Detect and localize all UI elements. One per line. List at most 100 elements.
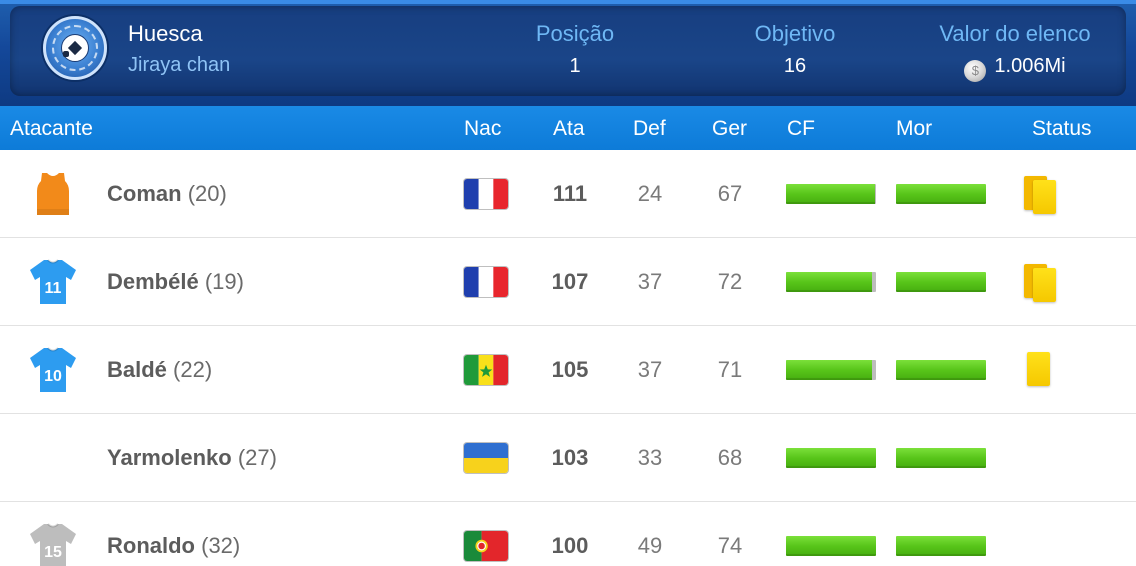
morale-bar-fill xyxy=(896,360,986,380)
morale-bar xyxy=(896,448,986,468)
shirt-placeholder xyxy=(27,433,79,483)
morale-bar-fill xyxy=(896,448,986,468)
morale-bar xyxy=(896,272,986,292)
shirt-icon xyxy=(27,169,79,219)
player-age: (20) xyxy=(187,181,227,206)
league-position: Posição 1 xyxy=(515,21,635,78)
flag-senegal-icon xyxy=(464,355,508,385)
player-surname: Baldé xyxy=(107,357,167,382)
objective-label: Objetivo xyxy=(754,21,836,46)
squad-value: Valor do elenco $1.006Mi xyxy=(910,21,1120,82)
player-age: (27) xyxy=(237,445,277,470)
morale-bar-fill xyxy=(896,184,986,204)
fitness-bar-fill xyxy=(786,184,876,204)
column-header: Atacante Nac Ata Def Ger CF Mor Status xyxy=(0,106,1136,150)
overall-rating: 67 xyxy=(717,181,743,206)
svg-text:15: 15 xyxy=(44,544,62,561)
team-header: Huesca Jiraya chan Posição 1 Objetivo 16… xyxy=(0,0,1136,106)
fitness-bar xyxy=(786,536,876,556)
yellow-card-icon xyxy=(1033,268,1056,302)
player-row[interactable]: 10 Baldé (22) 105 37 71 xyxy=(0,326,1136,414)
attack-rating: 107 xyxy=(551,269,589,294)
defense-rating: 37 xyxy=(637,269,663,294)
flag-france-icon xyxy=(464,267,508,297)
status-indicator xyxy=(1022,438,1062,482)
defense-rating: 37 xyxy=(637,357,663,382)
attack-rating: 111 xyxy=(552,181,588,206)
player-row[interactable]: Yarmolenko (27) 103 33 68 xyxy=(0,414,1136,502)
squad-value-line: $1.006Mi xyxy=(910,55,1120,82)
attack-rating: 103 xyxy=(551,445,589,470)
fitness-bar-fill xyxy=(786,536,876,556)
league-position-value: 1 xyxy=(569,55,581,77)
squad-value-label: Valor do elenco xyxy=(939,21,1091,46)
overall-rating: 72 xyxy=(717,269,743,294)
svg-text:11: 11 xyxy=(45,280,62,297)
player-name: Ronaldo (32) xyxy=(107,533,240,559)
player-name: Dembélé (19) xyxy=(107,269,244,295)
morale-bar-fill xyxy=(896,272,986,292)
column-position[interactable]: Atacante xyxy=(10,117,93,141)
defense-rating: 33 xyxy=(637,445,663,470)
club-badge-icon[interactable] xyxy=(43,16,107,80)
attack-rating: 105 xyxy=(551,357,589,382)
column-mor[interactable]: Mor xyxy=(896,117,932,141)
status-indicator xyxy=(1022,262,1062,306)
status-indicator xyxy=(1022,174,1062,218)
fitness-bar xyxy=(786,448,876,468)
fitness-bar-fill xyxy=(786,272,873,292)
yellow-card-icon xyxy=(1027,352,1050,386)
column-ata[interactable]: Ata xyxy=(553,117,585,141)
morale-bar-fill xyxy=(896,536,986,556)
fitness-bar-fill xyxy=(786,448,876,468)
shirt-icon: 11 xyxy=(27,257,79,307)
column-cf[interactable]: CF xyxy=(787,117,815,141)
yellow-card-icon xyxy=(1033,180,1056,214)
player-surname: Yarmolenko xyxy=(107,445,232,470)
shirt-icon: 15 xyxy=(27,521,79,566)
flag-ukraine-icon xyxy=(464,443,508,473)
objective: Objetivo 16 xyxy=(735,21,855,78)
flag-france-icon xyxy=(464,179,508,209)
player-row[interactable]: Coman (20) 111 24 67 xyxy=(0,150,1136,238)
player-surname: Dembélé xyxy=(107,269,199,294)
column-nac[interactable]: Nac xyxy=(464,117,501,141)
player-age: (19) xyxy=(204,269,244,294)
column-status[interactable]: Status xyxy=(1032,117,1092,141)
morale-bar xyxy=(896,360,986,380)
football-icon xyxy=(61,34,89,62)
defense-rating: 49 xyxy=(637,533,663,558)
morale-bar xyxy=(896,536,986,556)
player-surname: Ronaldo xyxy=(107,533,195,558)
overall-rating: 68 xyxy=(717,445,743,470)
flag-portugal-icon xyxy=(464,531,508,561)
team-header-panel: Huesca Jiraya chan Posição 1 Objetivo 16… xyxy=(10,6,1126,96)
fitness-bar-fill xyxy=(786,360,873,380)
svg-text:10: 10 xyxy=(44,368,62,385)
league-position-label: Posição xyxy=(535,21,615,46)
morale-bar xyxy=(896,184,986,204)
objective-value: 16 xyxy=(783,55,807,77)
squad-value-amount: 1.006Mi xyxy=(994,55,1066,77)
player-age: (22) xyxy=(173,357,213,382)
overall-rating: 74 xyxy=(717,533,743,558)
fitness-bar xyxy=(786,184,876,204)
player-list: Coman (20) 111 24 67 11 Dembélé (19) 107 37 72 10… xyxy=(0,150,1136,566)
club-name: Huesca xyxy=(128,21,203,46)
column-ger[interactable]: Ger xyxy=(712,117,747,141)
player-name: Baldé (22) xyxy=(107,357,212,383)
fitness-bar xyxy=(786,272,876,292)
defense-rating: 24 xyxy=(637,181,663,206)
manager-name: Jiraya chan xyxy=(128,54,231,76)
player-name: Coman (20) xyxy=(107,181,227,207)
fitness-bar xyxy=(786,360,876,380)
player-row[interactable]: 15 Ronaldo (32) 100 49 74 xyxy=(0,502,1136,566)
status-indicator xyxy=(1022,350,1062,394)
player-age: (32) xyxy=(201,533,241,558)
player-surname: Coman xyxy=(107,181,182,206)
coin-icon: $ xyxy=(964,60,987,82)
player-name: Yarmolenko (27) xyxy=(107,445,277,471)
attack-rating: 100 xyxy=(551,533,589,558)
column-def[interactable]: Def xyxy=(633,117,666,141)
player-row[interactable]: 11 Dembélé (19) 107 37 72 xyxy=(0,238,1136,326)
